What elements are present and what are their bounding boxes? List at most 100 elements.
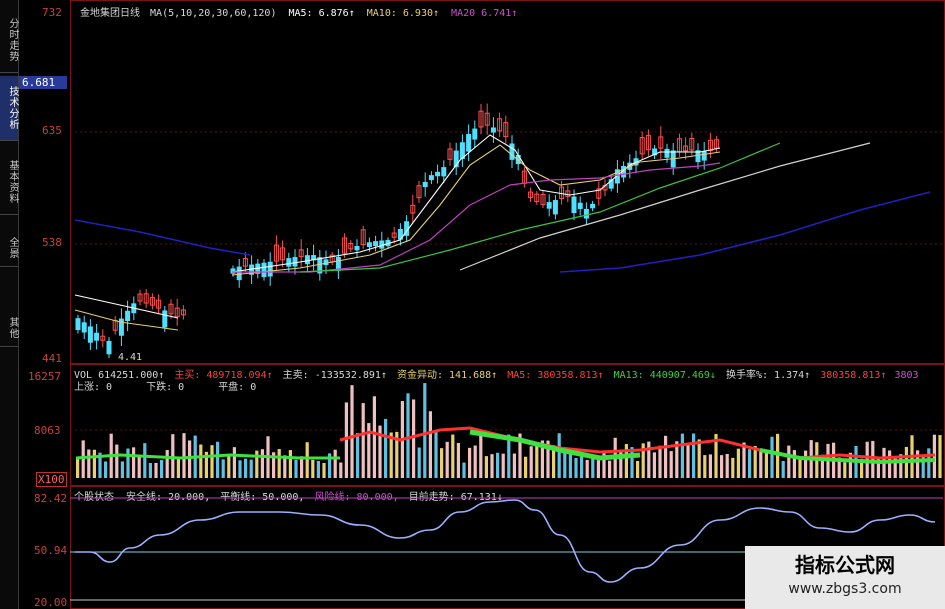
candle-body [81,322,87,333]
volume-bar [126,448,130,478]
candle-body [236,266,242,281]
candle-body [441,167,447,177]
candle-body [292,257,298,267]
volume-bar [143,443,147,478]
volume-bar [462,462,466,478]
candle-body [435,171,441,177]
candle-body [373,241,379,247]
volume-bar [238,460,242,478]
volume-bar [927,448,931,478]
volume-bar [736,448,740,478]
candle-body [472,128,478,140]
volume-bar [221,459,225,478]
volume-bar [574,458,578,478]
candle-body [162,310,168,328]
volume-bar [725,453,729,478]
volume-bar [759,451,763,478]
volume-bar [843,462,847,478]
volume-bar [300,456,304,478]
volume-bar [154,462,158,478]
volume-bar [535,446,539,478]
volume-bar [339,462,343,478]
candle-body [125,310,131,321]
candle-body [354,246,360,251]
volume-bar [316,460,320,478]
volume-bar [692,433,696,478]
volume-bar [434,431,438,478]
volume-bar [669,451,673,478]
volume-bar [456,443,460,478]
volume-bar [92,449,96,478]
volume-bar [428,411,432,478]
candle-body [509,143,515,160]
volume-bar [445,441,449,478]
volume-bar [288,450,292,478]
volume-bar [227,455,231,478]
ma5-line [231,134,721,273]
watermark-url: www.zbgs3.com [788,581,902,597]
volume-bar [244,458,248,478]
volume-bar [647,441,651,478]
volume-bar [350,385,354,478]
volume-bar [563,449,567,478]
candle-body [571,196,577,214]
volume-bar [742,442,746,478]
volume-bar [115,444,119,478]
volume-bar [311,459,315,478]
candle-body [106,340,112,355]
volume-bar [120,461,124,478]
volume-bar [361,403,365,478]
volume-bar [798,457,802,478]
volume-bar [216,441,220,478]
volume-bar [87,449,91,478]
candle-body [267,261,273,277]
candle-body [428,175,434,181]
candle-body [422,181,428,188]
volume-bar [524,456,528,478]
volume-bar [664,435,668,478]
volume-bar [608,460,612,478]
volume-bar [680,433,684,478]
candle-body [286,258,292,267]
volume-bar [529,446,533,478]
volume-bar [585,459,589,478]
volume-bar [210,445,214,478]
volume-bar [384,418,388,478]
volume-bar [512,453,516,478]
volume-bar [232,447,236,478]
watermark-title: 指标公式网 [795,553,895,577]
volume-bar [81,440,85,478]
volume-bar [764,452,768,478]
ma30-line [459,142,871,271]
volume-bar [697,439,701,478]
volume-bar [182,433,186,478]
volume-bar [165,450,169,478]
volume-bar [199,444,203,478]
volume-bar [440,448,444,478]
ma120-line-left [74,219,251,256]
candle-body [87,326,93,343]
volume-bar [148,462,152,478]
volume-bar [344,402,348,478]
volume-bar [249,459,253,478]
candle-body [366,242,372,248]
volume-bar [76,458,80,478]
volume-bar [356,433,360,478]
volume-bar [417,447,421,478]
volume-bar [770,436,774,478]
volume-bar [294,459,298,478]
volume-bar [753,446,757,478]
volume-bar [132,447,136,478]
volume-bar [468,447,472,478]
volume-bar [792,450,796,478]
volume-bar [260,449,264,478]
volume-bar [720,455,724,478]
volume-bar [686,443,690,478]
volume-bar [176,457,180,478]
candle-body [261,262,267,278]
candle-body [664,148,670,158]
volume-bar [776,433,780,478]
candle-body [94,332,100,341]
volume-bar [557,433,561,478]
volume-bar [484,456,488,478]
